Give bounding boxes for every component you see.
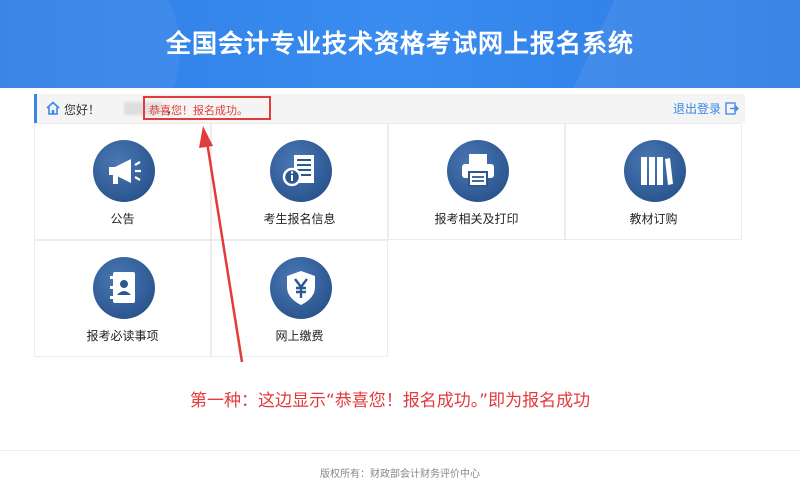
footer-divider bbox=[0, 450, 800, 451]
footer-copyright: 版权所有：财政部会计财务评价中心 bbox=[320, 469, 480, 480]
annotation-note: 第一种：这边显示“恭喜您！报名成功。”即为报名成功 bbox=[190, 391, 591, 411]
